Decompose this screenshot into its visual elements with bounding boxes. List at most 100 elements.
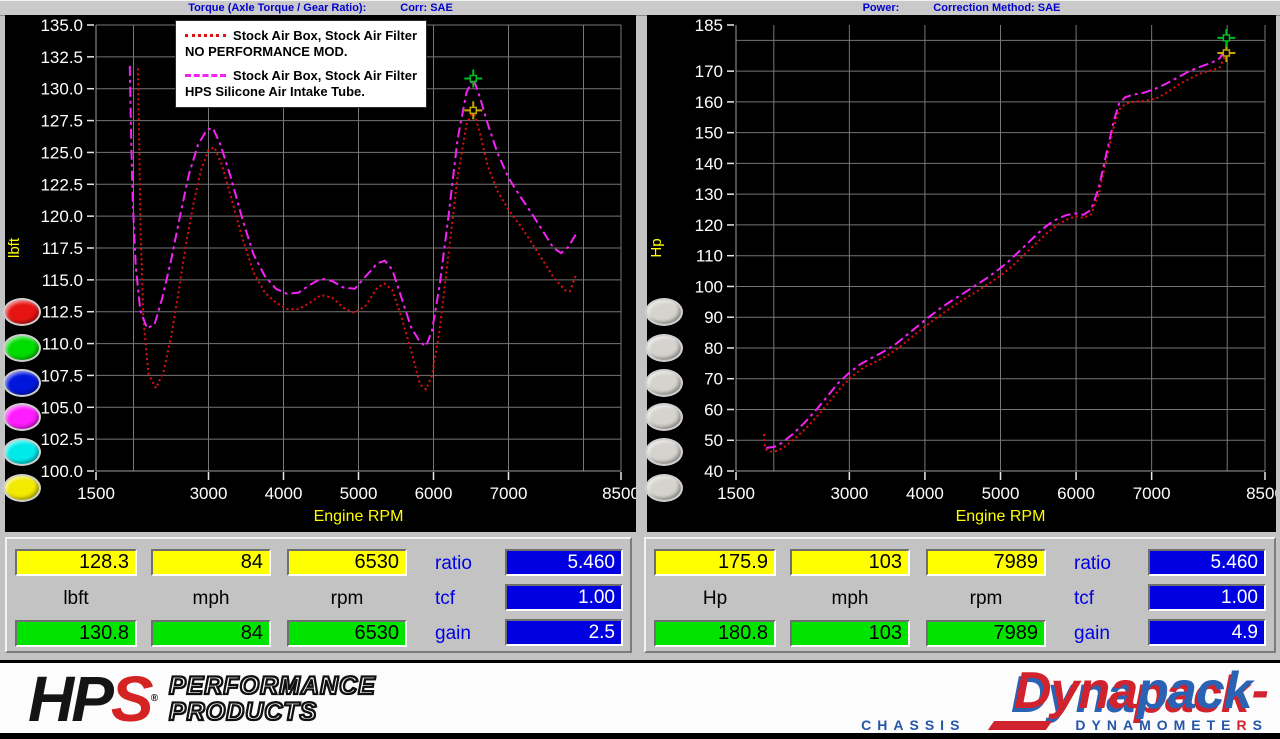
- legend-entry-hps: Stock Air Box, Stock Air Filter HPS Sili…: [185, 68, 417, 99]
- torque-header-correction: Corr: SAE: [400, 1, 453, 15]
- y-tick-label: 100: [695, 277, 723, 296]
- power-trace-button-6[interactable]: [645, 474, 683, 502]
- torque-run1-value-box: 128.3: [15, 549, 137, 576]
- y-tick-label: 115.0: [42, 271, 83, 290]
- dynapack-wordmark: Dynapack-: [768, 667, 1268, 715]
- x-tick-label: 5000: [340, 484, 378, 503]
- y-tick-label: 117.5: [42, 239, 83, 258]
- power-header-title: Power:: [863, 1, 900, 15]
- power-header-correction: Correction Method: SAE: [933, 1, 1060, 15]
- power-run2-speed-box: 103: [790, 620, 910, 647]
- x-tick-label: 3000: [830, 484, 868, 503]
- power-trace-button-1[interactable]: [645, 298, 683, 326]
- dynapack-logo: Dynapack- CHASSIS DYNAMOMETERS: [768, 667, 1268, 733]
- power-curve-0: [764, 53, 1226, 452]
- torque-run2-rpm-box: 6530: [287, 620, 407, 647]
- power-header: Power: Correction Method: SAE: [647, 1, 1276, 15]
- torque-readout-panel: 128.3 84 6530 lbft mph rpm 130.8 84 6530…: [5, 537, 632, 653]
- torque-trace-button-2[interactable]: [3, 334, 41, 362]
- y-tick-label: 107.5: [40, 366, 83, 385]
- x-tick-label: 7000: [1133, 484, 1171, 503]
- torque-tcf-field[interactable]: 1.00: [505, 584, 623, 611]
- torque-gain-field[interactable]: 2.5: [505, 619, 623, 646]
- y-tick-label: 110: [696, 247, 723, 266]
- power-ratio-field[interactable]: 5.460: [1148, 549, 1266, 576]
- power-run2-value-box: 180.8: [654, 620, 776, 647]
- x-tick-label: 6000: [415, 484, 453, 503]
- legend-hps-line1: Stock Air Box, Stock Air Filter: [233, 68, 417, 83]
- y-tick-label: 90: [704, 308, 723, 327]
- y-tick-label: 70: [704, 370, 723, 389]
- y-tick-label: 125.0: [40, 143, 83, 162]
- x-tick-label: 4000: [906, 484, 944, 503]
- power-chart-panel: 1851701601501401301201101009080706050401…: [647, 15, 1276, 532]
- torque-trace-button-5[interactable]: [3, 438, 41, 466]
- power-readout-panel: 175.9 103 7989 Hp mph rpm 180.8 103 7989…: [644, 537, 1276, 653]
- peak-marker: [464, 101, 482, 119]
- torque-chart-panel: 135.0132.5130.0127.5125.0122.5120.0117.5…: [5, 15, 636, 532]
- speed-unit-label: mph: [151, 587, 271, 611]
- y-tick-label: 50: [704, 431, 723, 450]
- top-header-bar: Torque (Axle Torque / Gear Ratio): Corr:…: [0, 0, 1280, 16]
- y-tick-label: 112.5: [42, 303, 83, 322]
- y-tick-label: 130: [695, 185, 723, 204]
- power-trace-button-5[interactable]: [645, 438, 683, 466]
- power-trace-button-3[interactable]: [645, 369, 683, 397]
- y-tick-label: 102.5: [40, 430, 83, 449]
- y-tick-label: 40: [704, 462, 723, 481]
- torque-trace-button-4[interactable]: [3, 403, 41, 431]
- peak-marker: [464, 70, 482, 88]
- power-trace-button-4[interactable]: [645, 403, 683, 431]
- x-tick-label: 3000: [190, 484, 228, 503]
- power-chart-svg: 1851701601501401301201101009080706050401…: [647, 15, 1276, 532]
- y-tick-label: 60: [704, 400, 723, 419]
- footer-bar: [0, 733, 1280, 739]
- power-run1-rpm-box: 7989: [926, 549, 1046, 576]
- y-axis-label: Hp: [648, 238, 665, 257]
- ratio-label2: ratio: [1074, 552, 1111, 576]
- power-run1-speed-box: 103: [790, 549, 910, 576]
- x-axis-label: Engine RPM: [956, 508, 1046, 525]
- torque-trace-button-6[interactable]: [3, 474, 41, 502]
- y-tick-label: 170: [695, 62, 723, 81]
- y-tick-label: 127.5: [40, 112, 83, 131]
- x-tick-label: 5000: [982, 484, 1020, 503]
- dynapack-chassis: CHASSIS: [861, 717, 965, 733]
- torque-trace-button-3[interactable]: [3, 369, 41, 397]
- rpm-unit-label: rpm: [287, 587, 407, 611]
- power-tcf-field[interactable]: 1.00: [1148, 584, 1266, 611]
- y-tick-label: 100.0: [40, 462, 83, 481]
- power-gain-field[interactable]: 4.9: [1148, 619, 1266, 646]
- chart-legend: Stock Air Box, Stock Air Filter NO PERFO…: [175, 20, 427, 108]
- y-tick-label: 122.5: [40, 175, 83, 194]
- torque-header-title: Torque (Axle Torque / Gear Ratio):: [188, 1, 366, 15]
- hps-logo-text: PERFORMANCE PRODUCTS: [169, 673, 376, 725]
- hps-products: PRODUCTS: [169, 699, 376, 725]
- torque-unit-label: lbft: [15, 587, 137, 611]
- x-tick-label: 1500: [77, 484, 115, 503]
- ratio-label: ratio: [435, 552, 472, 576]
- logo-strip: HPS® PERFORMANCE PRODUCTS Dynapack- CHAS…: [0, 660, 1280, 733]
- y-axis-label: lbft: [6, 237, 23, 258]
- y-tick-label: 140: [695, 154, 723, 173]
- x-tick-label: 4000: [265, 484, 303, 503]
- gain-label: gain: [435, 622, 471, 646]
- y-tick-label: 185: [695, 16, 723, 35]
- legend-swatch-stock: [185, 34, 226, 37]
- torque-run1-rpm-box: 6530: [287, 549, 407, 576]
- hps-logo-word: HPS®: [28, 671, 155, 727]
- torque-ratio-field[interactable]: 5.460: [505, 549, 623, 576]
- power-run2-rpm-box: 7989: [926, 620, 1046, 647]
- gain-label2: gain: [1074, 622, 1110, 646]
- power-unit-label: Hp: [654, 587, 776, 611]
- dynapack-swoosh-icon: [988, 721, 1052, 730]
- x-axis-label: Engine RPM: [314, 508, 404, 525]
- y-tick-label: 135.0: [40, 16, 83, 35]
- rpm-unit-label2: rpm: [926, 587, 1046, 611]
- y-tick-label: 160: [695, 93, 723, 112]
- power-trace-button-2[interactable]: [645, 334, 683, 362]
- tcf-label2: tcf: [1074, 587, 1094, 611]
- hps-performance: PERFORMANCE: [169, 673, 376, 699]
- power-run1-value-box: 175.9: [654, 549, 776, 576]
- torque-trace-button-1[interactable]: [3, 298, 41, 326]
